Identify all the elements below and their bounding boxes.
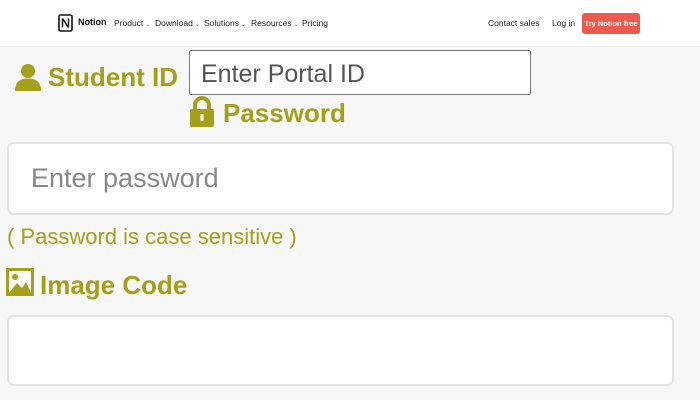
contact-sales-link[interactable]: Contact sales <box>488 18 540 28</box>
nav-item-pricing[interactable]: Pricing <box>302 18 328 28</box>
notion-logo-icon[interactable] <box>58 14 74 32</box>
nav-item-solutions[interactable]: Solutions ⌄ <box>204 18 246 28</box>
chevron-down-icon: ⌄ <box>145 22 151 28</box>
nav-item-label: Pricing <box>302 18 328 28</box>
top-navbar: Notion Product ⌄ Download ⌄ Solutions ⌄ Res… <box>0 0 700 46</box>
log-in-link[interactable]: Log in <box>552 18 575 28</box>
nav-item-label: Resources <box>251 18 292 28</box>
user-icon <box>15 64 41 91</box>
try-notion-free-button[interactable]: Try Notion free <box>582 13 640 34</box>
lock-icon <box>190 96 214 127</box>
nav-item-label: Product <box>114 18 144 28</box>
image-code-label: Image Code <box>40 270 188 300</box>
brand-name[interactable]: Notion <box>78 17 107 27</box>
student-id-label: Student ID <box>48 62 178 92</box>
nav-item-download[interactable]: Download ⌄ <box>155 18 200 28</box>
nav-item-product[interactable]: Product ⌄ <box>114 18 150 28</box>
image-code-field[interactable] <box>7 315 674 386</box>
password-label: Password <box>223 98 346 128</box>
chevron-down-icon: ⌄ <box>240 22 246 28</box>
chevron-down-icon: ⌄ <box>194 22 200 28</box>
chevron-down-icon: ⌄ <box>293 22 299 28</box>
portal-id-input[interactable] <box>189 50 531 95</box>
nav-item-resources[interactable]: Resources ⌄ <box>251 18 299 28</box>
nav-item-label: Download <box>155 18 193 28</box>
password-field[interactable] <box>7 142 674 215</box>
nav-item-label: Solutions <box>204 18 239 28</box>
image-icon <box>6 268 34 296</box>
password-hint: ( Password is case sensitive ) <box>7 224 297 249</box>
